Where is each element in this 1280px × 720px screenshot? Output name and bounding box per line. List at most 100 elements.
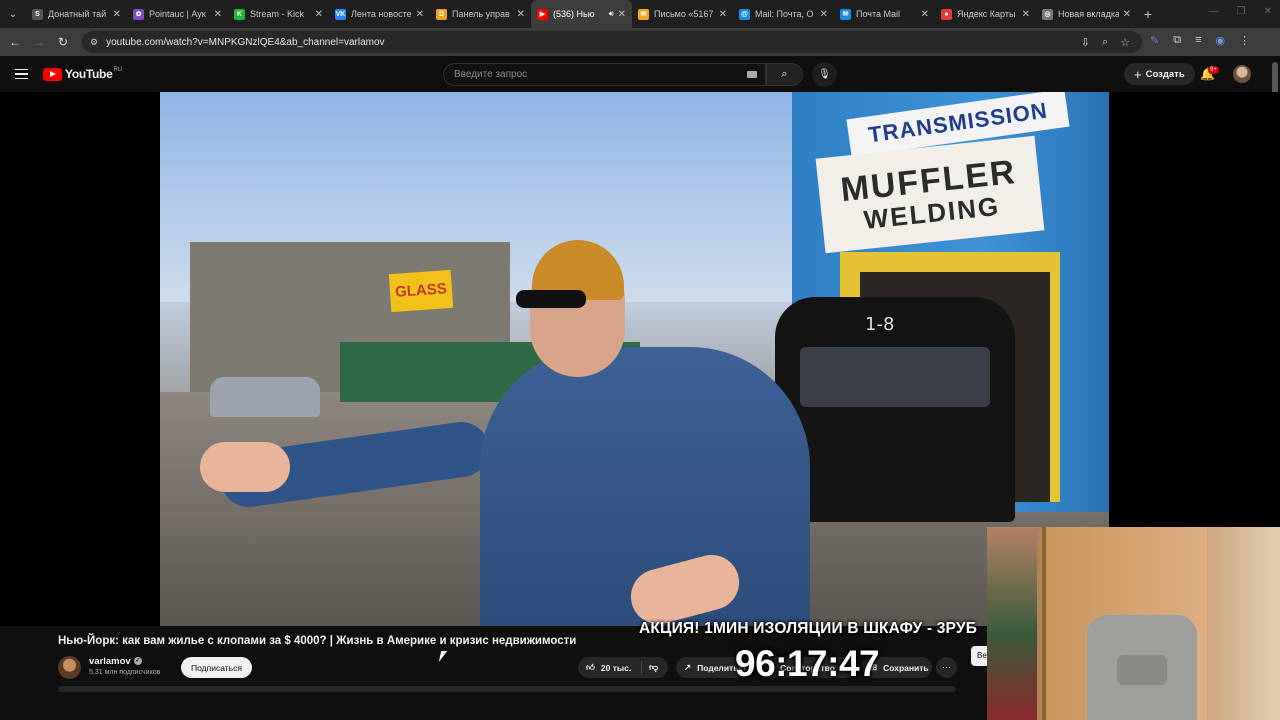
tab-close-icon[interactable]: ✕ [820,9,828,20]
tab-favicon-icon: @ [739,8,750,20]
logo-region: RU [113,67,123,73]
search-button[interactable]: ⌕ [766,63,803,86]
tab-label: Новая вкладка [1058,9,1119,19]
puzzle-icon[interactable]: ⧉ [1173,34,1181,47]
tab-favicon-icon: ✿ [133,8,144,20]
browser-menu-icon[interactable]: ⋮ [1239,34,1250,47]
youtube-header: YouTube RU ⌕ 🎙 + Создать 🔔 [0,56,1280,92]
promo-overlay-text: АКЦИЯ! 1МИН ИЗОЛЯЦИИ В ШКАФУ - 3РУБ [639,620,978,637]
like-dislike-group: 👍︎ 20 тыс. 👎︎ [578,657,668,678]
dislike-button[interactable]: 👎︎ [642,662,658,673]
tab-close-icon[interactable]: ✕ [1022,9,1030,20]
browser-tab[interactable]: S Донатный тай ✕ [26,0,127,28]
youtube-logo[interactable]: YouTube RU [43,67,122,81]
video-frame[interactable]: GLASS TRANSMISSION MUFFLER WELDING 1-8 [160,92,1109,626]
tab-close-icon[interactable]: ✕ [517,9,525,20]
microphone-icon: 🎙 [818,69,831,80]
timer-overlay: 96:17:47 [735,643,880,684]
zoom-icon[interactable]: ⌕ [1102,36,1108,49]
keyboard-icon[interactable] [747,71,757,78]
minimize-icon[interactable]: — [1209,6,1219,17]
video-van-window [800,347,990,407]
save-label: Сохранить [883,662,929,673]
more-actions-icon[interactable]: ⋯ [936,657,957,678]
window-controls: — ❐ ✕ [1209,6,1272,17]
browser-tab[interactable]: ✉ Почта Mail ✕ [834,0,935,28]
webcam-chair [1087,615,1197,720]
tab-favicon-icon: D [436,8,447,20]
tab-close-icon[interactable]: ✕ [416,9,424,20]
tab-favicon-icon: ✉ [840,8,851,20]
back-icon[interactable]: ← [3,35,27,49]
new-tab-button[interactable]: + [1137,6,1159,22]
tab-close-icon[interactable]: ✕ [719,9,727,20]
description-box-edge[interactable] [58,686,956,692]
like-button[interactable]: 👍︎ 20 тыс. [578,661,642,674]
tab-close-icon[interactable]: ✕ [1123,9,1131,20]
search-box [443,63,766,86]
side-chip[interactable]: Ве [971,646,987,666]
site-info-icon[interactable]: ⚙ [90,37,98,48]
tab-label: Лента новосте [351,9,412,19]
tab-label: Яндекс Карты [957,9,1016,19]
tab-favicon-icon: ◎ [1042,8,1053,20]
subscriber-count: 5,31 млн подписчиков [89,669,161,676]
plus-icon: + [1134,66,1142,82]
tab-favicon-icon: ✉ [638,8,649,20]
video-person-sunglasses [516,290,586,308]
browser-tab[interactable]: ● Яндекс Карты ✕ [935,0,1036,28]
browser-tab[interactable]: @ Mail: Почта, О ✕ [733,0,834,28]
tab-label: Почта Mail [856,9,900,19]
channel-name-row[interactable]: varlamov ✓ [89,656,142,667]
thumbs-up-icon: 👍︎ [586,662,595,672]
browser-tab[interactable]: ✉ Письмо «5167 ✕ [632,0,733,28]
notifications-badge: 9+ [1208,66,1219,74]
tab-favicon-icon: S [32,8,43,20]
tab-close-icon[interactable]: ✕ [113,9,121,20]
video-glass-sign: GLASS [388,269,454,313]
forward-icon[interactable]: → [27,35,51,49]
extensions-area: ✎ ⧉ ≡ ◉ ⋮ [1150,34,1250,47]
channel-name[interactable]: varlamov [89,656,131,667]
tab-label: Письмо «5167 [654,9,714,19]
browser-tab[interactable]: D Панель управ ✕ [430,0,531,28]
channel-avatar[interactable] [58,656,81,679]
restore-icon[interactable]: ❐ [1237,6,1246,17]
tab-favicon-icon: ▶ [537,8,548,20]
browser-tab[interactable]: ◎ Новая вкладка ✕ [1036,0,1137,28]
voice-search-button[interactable]: 🎙 [812,62,837,87]
tab-label: Pointauc | Аук [149,9,206,19]
tab-favicon-icon: ● [941,8,952,20]
omnibox-actions: ⇩ ⌕ ☆ [1081,36,1130,49]
reload-icon[interactable]: ↻ [51,35,75,49]
tab-label: Mail: Почта, О [755,9,814,19]
search-input[interactable] [454,69,734,80]
reading-list-icon[interactable]: ≡ [1195,34,1201,47]
logo-wordmark: YouTube [65,67,113,81]
tab-close-icon[interactable]: ✕ [618,9,626,20]
account-avatar[interactable] [1233,65,1251,83]
close-window-icon[interactable]: ✕ [1264,6,1272,17]
subscribe-button[interactable]: Подписаться [181,657,252,678]
bookmark-star-icon[interactable]: ☆ [1120,36,1130,49]
tab-close-icon[interactable]: ✕ [315,9,323,20]
browser-tab[interactable]: ✿ Pointauc | Аук ✕ [127,0,228,28]
profile-icon[interactable]: ◉ [1216,34,1226,47]
browser-tab-strip: ⌄ S Донатный тай ✕ ✿ Pointauc | Аук ✕ K Stream … [0,0,1280,28]
extension-icon[interactable]: ✎ [1150,34,1159,47]
webcam-person [987,527,1037,720]
tab-search-icon[interactable]: ⌄ [0,0,26,28]
browser-tab[interactable]: K Stream - Kick ✕ [228,0,329,28]
browser-tab[interactable]: ▶ (536) Нью 🔊︎ ✕ [531,0,632,28]
create-button[interactable]: + Создать [1124,63,1195,85]
webcam-overlay [987,527,1280,720]
address-bar[interactable]: ⚙ youtube.com/watch?v=MNPKGNzlQE4&ab_cha… [82,31,1142,53]
tab-close-icon[interactable]: ✕ [921,9,929,20]
browser-tab[interactable]: VK Лента новосте ✕ [329,0,430,28]
tab-label: (536) Нью [553,9,595,19]
thumbs-down-icon: 👎︎ [649,662,659,672]
menu-icon[interactable] [15,69,28,79]
install-app-icon[interactable]: ⇩ [1081,36,1090,49]
tab-audio-icon[interactable]: 🔊︎ [609,9,614,19]
tab-close-icon[interactable]: ✕ [214,9,222,20]
